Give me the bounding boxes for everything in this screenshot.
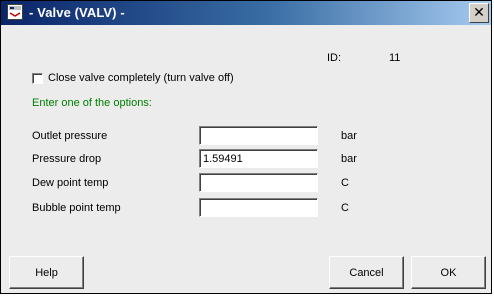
valve-app-icon[interactable] (7, 4, 23, 20)
outlet-pressure-label: Outlet pressure (32, 130, 108, 142)
pressure-drop-label: Pressure drop (32, 153, 102, 165)
title-bar[interactable]: - Valve (VALV) - ✕ (1, 1, 491, 25)
close-valve-label[interactable]: Close valve completely (turn valve off) (48, 72, 234, 84)
pressure-drop-field[interactable] (199, 149, 318, 168)
outlet-pressure-field[interactable] (199, 126, 318, 145)
dew-point-temp-label: Dew point temp (32, 177, 109, 189)
help-button[interactable]: Help (9, 256, 84, 289)
close-valve-checkbox[interactable] (32, 73, 43, 84)
close-icon[interactable]: ✕ (469, 3, 489, 23)
outlet-pressure-unit: bar (341, 130, 357, 142)
pressure-drop-unit: bar (341, 153, 357, 165)
dew-point-temp-field[interactable] (199, 173, 318, 192)
dew-point-temp-unit: C (341, 177, 349, 189)
valve-dialog: - Valve (VALV) - ✕ ID: 11 Close valve co… (0, 0, 492, 294)
id-label: ID: (327, 52, 342, 64)
bubble-point-temp-unit: C (341, 202, 349, 214)
id-value: 11 (389, 52, 401, 64)
instruction-text: Enter one of the options: (32, 97, 152, 109)
ok-button[interactable]: OK (411, 256, 486, 289)
cancel-button[interactable]: Cancel (329, 256, 404, 289)
bubble-point-temp-label: Bubble point temp (32, 202, 121, 214)
bubble-point-temp-field[interactable] (199, 198, 318, 217)
window-title: - Valve (VALV) - (29, 5, 125, 20)
